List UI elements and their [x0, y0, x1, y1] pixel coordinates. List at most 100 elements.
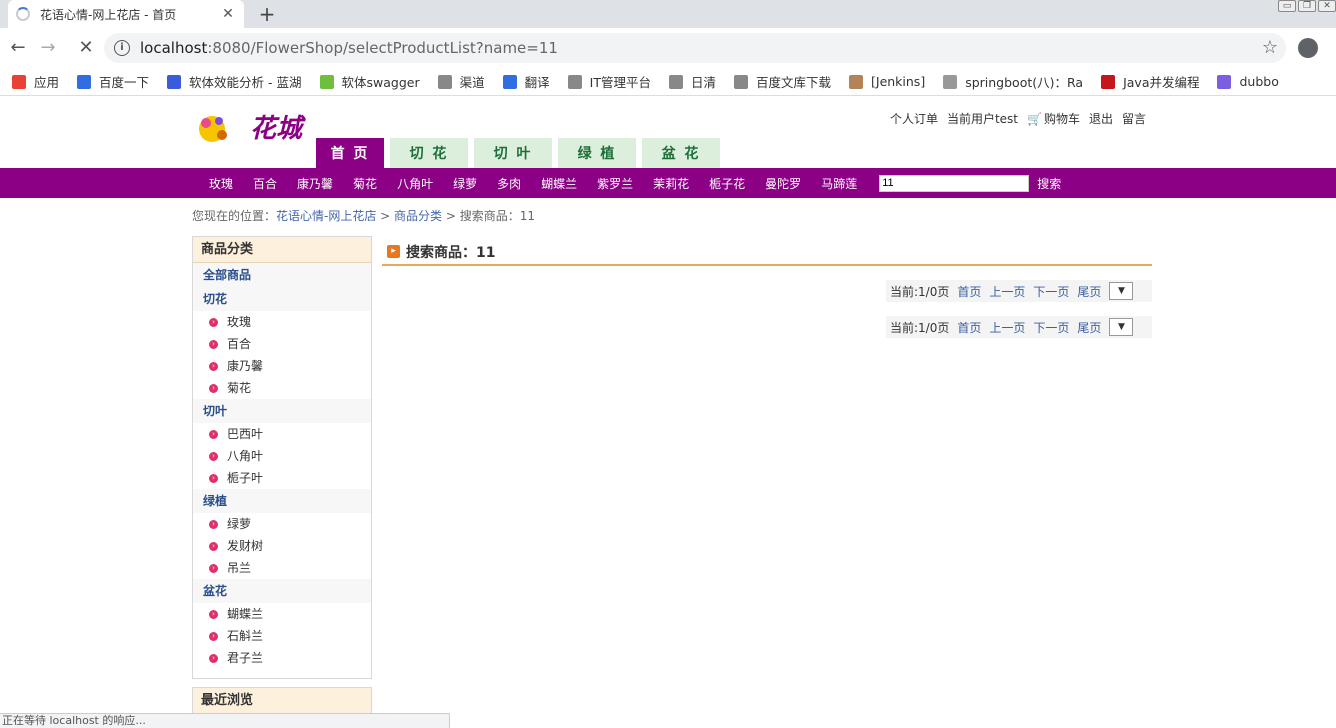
nav-tab[interactable]: 盆 花: [642, 138, 720, 168]
category-link[interactable]: 多肉: [497, 175, 521, 192]
bookmark-label: 日清: [690, 75, 716, 90]
orders-link[interactable]: 个人订单: [890, 110, 938, 127]
category-link[interactable]: 八角叶: [397, 175, 433, 192]
results-title: 搜索商品：11: [406, 244, 496, 261]
sidebar-item-label: 君子兰: [227, 651, 264, 665]
dubbo-icon: [1217, 74, 1232, 89]
sidebar-group[interactable]: 绿植: [193, 489, 371, 513]
bookmark-item[interactable]: IT管理平台: [567, 72, 651, 91]
page-select[interactable]: ▼: [1109, 282, 1134, 300]
sidebar-group[interactable]: 切花: [193, 287, 371, 311]
sidebar-item-label: 发财树: [227, 539, 264, 553]
category-link[interactable]: 绿萝: [453, 175, 477, 192]
nav-tab[interactable]: 切 叶: [474, 138, 552, 168]
category-link[interactable]: 栀子花: [709, 175, 745, 192]
message-link[interactable]: 留言: [1122, 110, 1146, 127]
sidebar-item[interactable]: › 八角叶: [193, 445, 371, 467]
category-link[interactable]: 曼陀罗: [765, 175, 801, 192]
close-window-icon[interactable]: ✕: [1318, 0, 1336, 12]
stop-icon[interactable]: ✕: [74, 36, 98, 60]
bullet-arrow-icon: ›: [209, 653, 218, 663]
pager-next[interactable]: 下一页: [1033, 283, 1069, 300]
breadcrumb-category[interactable]: 商品分类: [394, 209, 442, 223]
pager-last[interactable]: 尾页: [1077, 319, 1101, 336]
bookmark-label: 翻译: [524, 75, 550, 90]
sidebar-item[interactable]: › 百合: [193, 333, 371, 355]
site-logo[interactable]: 花城: [192, 107, 312, 149]
sidebar-item[interactable]: › 巴西叶: [193, 423, 371, 445]
sidebar-item[interactable]: › 吊兰: [193, 557, 371, 579]
pager-next[interactable]: 下一页: [1033, 319, 1069, 336]
bookmark-label: 渠道: [459, 75, 485, 90]
browser-tab[interactable]: 花语心情-网上花店 - 首页 ✕: [8, 0, 244, 28]
sidebar-item-label: 栀子叶: [227, 471, 264, 485]
site-info-icon[interactable]: i: [114, 40, 130, 56]
bookmark-label: 百度一下: [99, 75, 150, 90]
category-link[interactable]: 玫瑰: [209, 175, 233, 192]
pager-prev[interactable]: 上一页: [989, 319, 1025, 336]
address-bar[interactable]: i localhost:8080/FlowerShop/selectProduc…: [104, 33, 1286, 63]
logout-link[interactable]: 退出: [1089, 110, 1113, 127]
bookmark-item[interactable]: 百度文库下载: [733, 72, 831, 91]
category-link[interactable]: 百合: [253, 175, 277, 192]
tab-close-icon[interactable]: ✕: [220, 6, 236, 22]
category-link[interactable]: 马蹄莲: [821, 175, 857, 192]
url-path: :8080/FlowerShop/selectProductList?name=…: [207, 39, 558, 57]
search-button[interactable]: 搜索: [1037, 175, 1061, 192]
bookmark-item[interactable]: 应用: [12, 72, 59, 91]
bookmark-item[interactable]: 日清: [668, 72, 716, 91]
sidebar-item[interactable]: › 菊花: [193, 377, 371, 399]
cart-link[interactable]: 购物车: [1044, 112, 1080, 126]
apps-icon: [12, 74, 26, 89]
bookmark-item[interactable]: 翻译: [502, 72, 550, 91]
sidebar-item[interactable]: › 发财树: [193, 535, 371, 557]
category-link[interactable]: 茉莉花: [653, 175, 689, 192]
pager-top: 当前:1/0页 首页 上一页 下一页 尾页 ▼: [886, 280, 1152, 302]
breadcrumb-home[interactable]: 花语心情-网上花店: [276, 209, 376, 223]
sidebar-item[interactable]: › 石斛兰: [193, 625, 371, 647]
restore-icon[interactable]: ❐: [1298, 0, 1316, 12]
window-controls: ▭ ❐ ✕: [1278, 0, 1336, 12]
sidebar-group[interactable]: 切叶: [193, 399, 371, 423]
sidebar-item[interactable]: › 君子兰: [193, 647, 371, 669]
bookmark-item[interactable]: Java并发编程: [1101, 72, 1199, 91]
search-input[interactable]: [879, 174, 1030, 192]
nav-tab[interactable]: 切 花: [390, 138, 468, 168]
back-icon[interactable]: ←: [6, 36, 30, 60]
sidebar-item-label: 石斛兰: [227, 629, 264, 643]
category-link[interactable]: 菊花: [353, 175, 377, 192]
sidebar-group[interactable]: 盆花: [193, 579, 371, 603]
bookmark-item[interactable]: 百度一下: [77, 72, 149, 91]
bookmark-item[interactable]: dubbo: [1217, 74, 1279, 89]
bookmark-item[interactable]: springboot(八)：Ra: [943, 72, 1083, 91]
bookmark-item[interactable]: 软体swagger: [319, 72, 420, 91]
forward-icon[interactable]: →: [36, 36, 60, 60]
bookmark-item[interactable]: 渠道: [437, 72, 485, 91]
category-link[interactable]: 紫罗兰: [597, 175, 633, 192]
sidebar-item[interactable]: › 栀子叶: [193, 467, 371, 489]
sidebar-item[interactable]: › 康乃馨: [193, 355, 371, 377]
bookmark-item[interactable]: 软体效能分析 - 蓝湖: [167, 72, 302, 91]
pager-last[interactable]: 尾页: [1077, 283, 1101, 300]
new-tab-icon[interactable]: +: [256, 2, 278, 26]
breadcrumb-sep: >: [442, 209, 460, 223]
page-icon: [437, 74, 452, 89]
sidebar-item[interactable]: › 蝴蝶兰: [193, 603, 371, 625]
browser-status-bar: 正在等待 localhost 的响应...: [0, 713, 450, 728]
pager-prev[interactable]: 上一页: [989, 283, 1025, 300]
page-select[interactable]: ▼: [1109, 318, 1134, 336]
nav-tab[interactable]: 绿 植: [558, 138, 636, 168]
sidebar-all-products[interactable]: 全部商品: [193, 263, 371, 287]
nav-tab[interactable]: 首 页: [316, 138, 384, 168]
bookmark-star-icon[interactable]: ☆: [1262, 37, 1278, 58]
pager-current: 当前:1/0页: [890, 320, 950, 335]
sidebar-item[interactable]: › 绿萝: [193, 513, 371, 535]
sidebar-item[interactable]: › 玫瑰: [193, 311, 371, 333]
pager-first[interactable]: 首页: [957, 283, 981, 300]
category-link[interactable]: 蝴蝶兰: [541, 175, 577, 192]
pager-first[interactable]: 首页: [957, 319, 981, 336]
category-link[interactable]: 康乃馨: [297, 175, 333, 192]
profile-avatar-icon[interactable]: [1298, 38, 1318, 58]
minimize-icon[interactable]: ▭: [1278, 0, 1296, 12]
bookmark-item[interactable]: [Jenkins]: [849, 74, 925, 89]
